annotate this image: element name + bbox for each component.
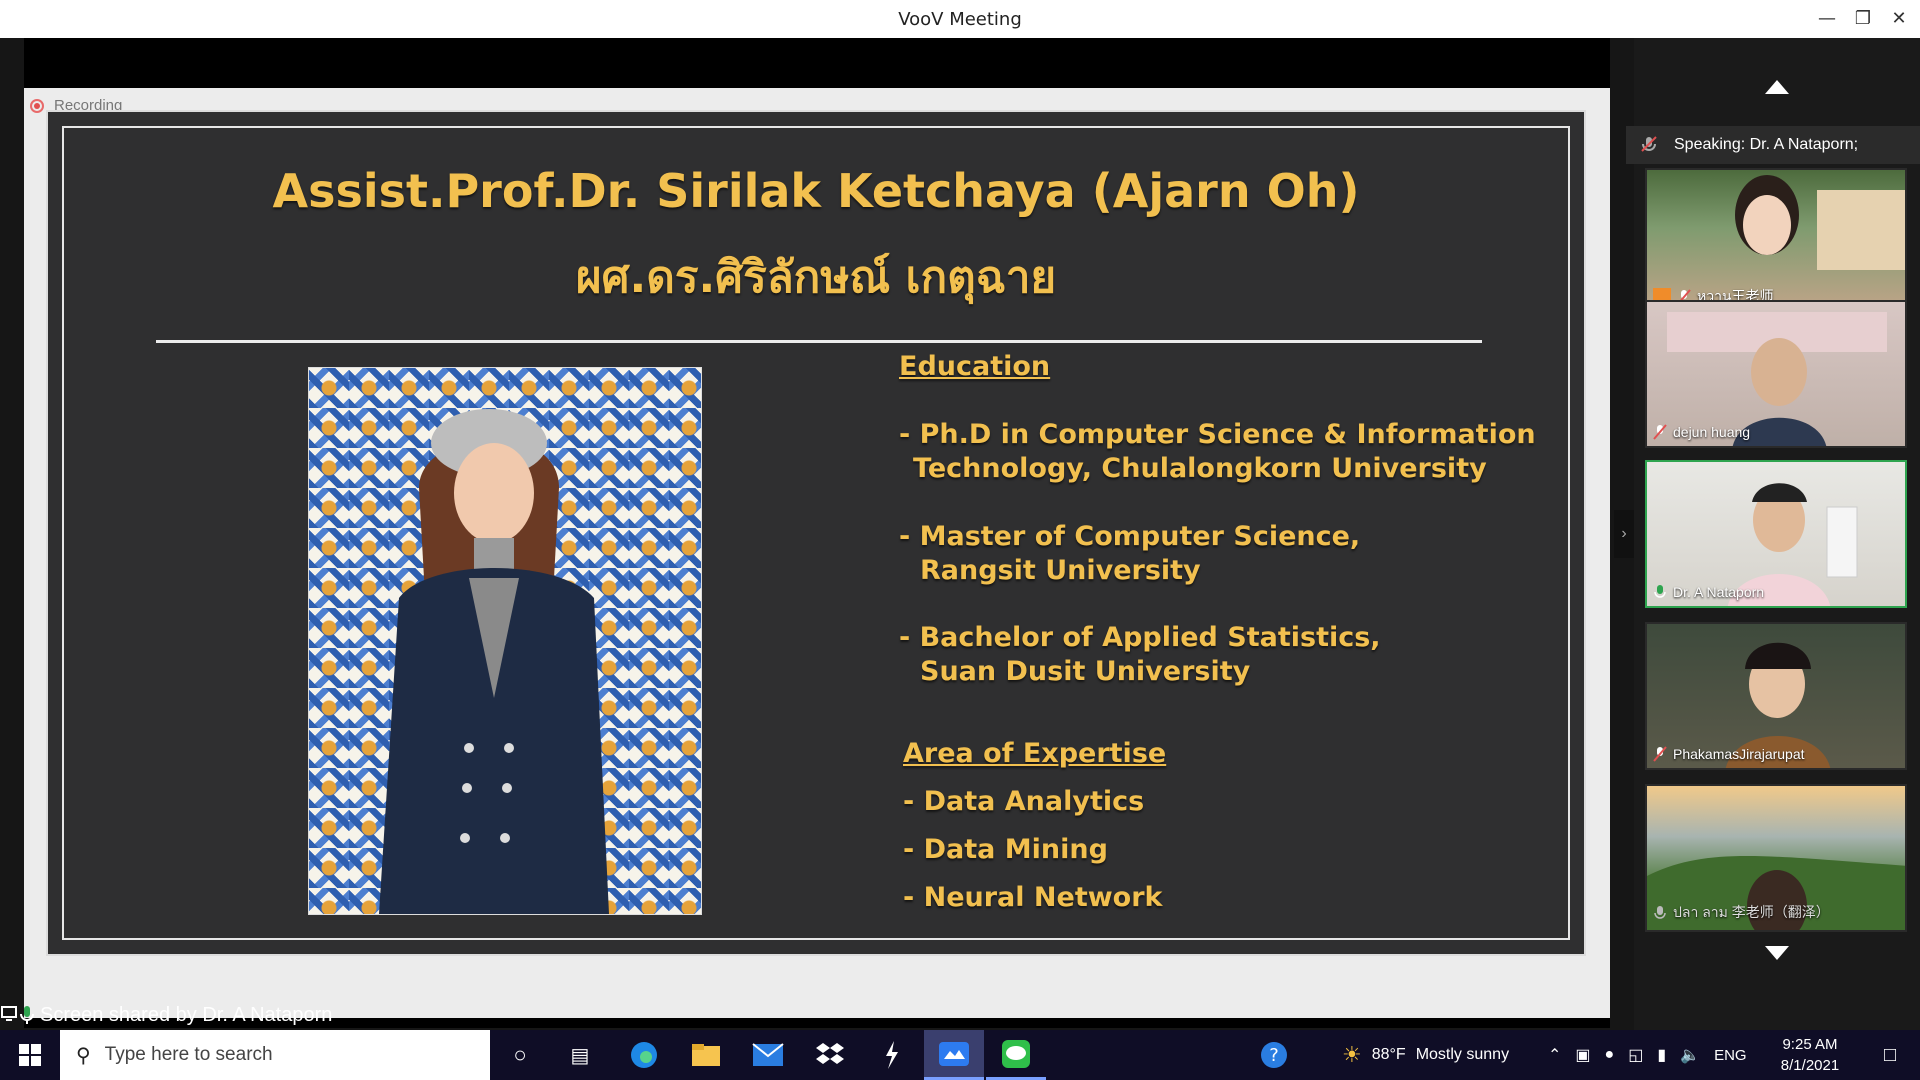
screen-share-icon — [1, 1006, 34, 1024]
speaking-indicator: Speaking: Dr. A Nataporn; — [1626, 126, 1920, 164]
microphone-icon[interactable]: ● — [1605, 1046, 1615, 1064]
mail-icon[interactable] — [738, 1030, 798, 1080]
task-view-icon[interactable]: ▤ — [550, 1030, 610, 1080]
weather-widget[interactable]: ☀ 88°F Mostly sunny — [1342, 1030, 1509, 1080]
weather-temp: 88°F — [1371, 1046, 1406, 1063]
line-app-icon[interactable] — [986, 1030, 1046, 1080]
device-icon[interactable]: ▣ — [1575, 1045, 1590, 1065]
screen-share-label: Screen shared by Dr. A Nataporn — [40, 1003, 333, 1026]
participant-tile-2[interactable]: dejun huang — [1645, 300, 1907, 448]
clock-date: 8/1/2021 — [1780, 1057, 1840, 1074]
battery-icon[interactable]: ▮ — [1657, 1045, 1666, 1065]
scroll-up-icon[interactable] — [1765, 80, 1789, 94]
search-placeholder: Type here to search — [104, 1044, 273, 1065]
title-bar: VooV Meeting — ❐ ✕ — [0, 0, 1920, 38]
scroll-down-icon[interactable] — [1765, 946, 1789, 960]
speaker-mic-icon — [1641, 136, 1657, 152]
slide-title-thai: ผศ.ดร.ศิริลักษณ์ เกตุฉาย — [575, 252, 1057, 303]
expertise-item-3: - Neural Network — [903, 882, 1163, 913]
participant-name: PhakamasJirajarupat — [1673, 746, 1805, 762]
mic-muted-icon — [1653, 424, 1667, 440]
education-item-2-line2: Rangsit University — [920, 555, 1201, 586]
expertise-item-1: - Data Analytics — [903, 786, 1145, 817]
mic-muted-icon — [1653, 746, 1667, 762]
participant-tile-1[interactable]: หวาน王老师 — [1645, 168, 1907, 316]
cortana-icon[interactable]: ○ — [490, 1030, 550, 1080]
profile-photo — [308, 367, 702, 915]
mic-on-icon — [1653, 584, 1667, 600]
system-tray: ⌃ ▣ ● ◱ ▮ 🔈 ENG — [1548, 1030, 1747, 1080]
education-item-1-line2: Technology, Chulalongkorn University — [913, 453, 1487, 484]
mic-off-icon — [1653, 905, 1667, 921]
language-indicator[interactable]: ENG — [1714, 1047, 1747, 1064]
close-button[interactable]: ✕ — [1884, 4, 1914, 34]
expertise-heading: Area of Expertise — [903, 738, 1167, 769]
participant-name: Dr. A Nataporn — [1673, 584, 1765, 600]
participant-label: Dr. A Nataporn — [1653, 584, 1764, 600]
collapse-sidebar-button[interactable]: › — [1614, 510, 1634, 558]
windows-taskbar: ⚲ Type here to search ○ ▤ ? ☀ 88°F Mostl… — [0, 1030, 1920, 1080]
file-explorer-icon[interactable] — [676, 1030, 736, 1080]
speaking-text: Speaking: Dr. A Nataporn; — [1674, 136, 1859, 153]
participant-name: dejun huang — [1673, 424, 1751, 440]
clock-time: 9:25 AM — [1782, 1036, 1838, 1053]
participant-tile-3[interactable]: Dr. A Nataporn — [1645, 460, 1907, 608]
network-icon[interactable]: ◱ — [1628, 1045, 1643, 1065]
volume-icon[interactable]: 🔈 — [1680, 1045, 1700, 1065]
expertise-item-2: - Data Mining — [903, 834, 1108, 865]
participant-label: ปลา ลาม 李老师（翻泽） — [1653, 902, 1830, 924]
education-item-3-line1: - Bachelor of Applied Statistics, — [899, 622, 1381, 653]
participant-label: PhakamasJirajarupat — [1653, 746, 1805, 762]
record-icon — [30, 98, 44, 113]
winamp-icon[interactable] — [862, 1030, 922, 1080]
search-box[interactable]: ⚲ Type here to search — [60, 1030, 490, 1080]
show-hidden-icons-icon[interactable]: ⌃ — [1548, 1045, 1561, 1065]
voov-meeting-icon[interactable] — [924, 1030, 984, 1080]
minimize-button[interactable]: — — [1812, 4, 1842, 34]
participant-label: dejun huang — [1653, 424, 1750, 440]
person-figure — [379, 409, 609, 914]
screen-share-bar: Screen shared by Dr. A Nataporn — [0, 1000, 332, 1030]
edge-icon[interactable] — [614, 1030, 674, 1080]
weather-condition: Mostly sunny — [1415, 1046, 1510, 1063]
clock[interactable]: 9:25 AM 8/1/2021 — [1760, 1034, 1860, 1076]
sun-icon: ☀ — [1342, 1042, 1362, 1067]
slide-title-english: Assist.Prof.Dr. Sirilak Ketchaya (Ajarn … — [272, 164, 1360, 218]
dropbox-icon[interactable] — [800, 1030, 860, 1080]
restore-button[interactable]: ❐ — [1848, 4, 1878, 34]
participant-tile-4[interactable]: PhakamasJirajarupat — [1645, 622, 1907, 770]
search-icon: ⚲ — [76, 1044, 91, 1067]
window-title: VooV Meeting — [898, 9, 1022, 30]
education-item-2-line1: - Master of Computer Science, — [899, 521, 1361, 552]
slide-divider — [156, 340, 1482, 343]
start-button[interactable] — [0, 1030, 60, 1080]
notifications-icon[interactable]: □ — [1860, 1030, 1920, 1080]
participant-name: ปลา ลาม 李老师（翻泽） — [1673, 904, 1830, 920]
education-item-1-line1: - Ph.D in Computer Science & Information — [899, 419, 1536, 450]
svg-text:?: ? — [1269, 1045, 1279, 1066]
education-item-3-line2: Suan Dusit University — [920, 656, 1251, 687]
education-heading: Education — [899, 351, 1051, 382]
help-icon[interactable]: ? — [1244, 1030, 1304, 1080]
participant-tile-5[interactable]: ปลา ลาม 李老师（翻泽） — [1645, 784, 1907, 932]
windows-icon — [19, 1044, 41, 1066]
